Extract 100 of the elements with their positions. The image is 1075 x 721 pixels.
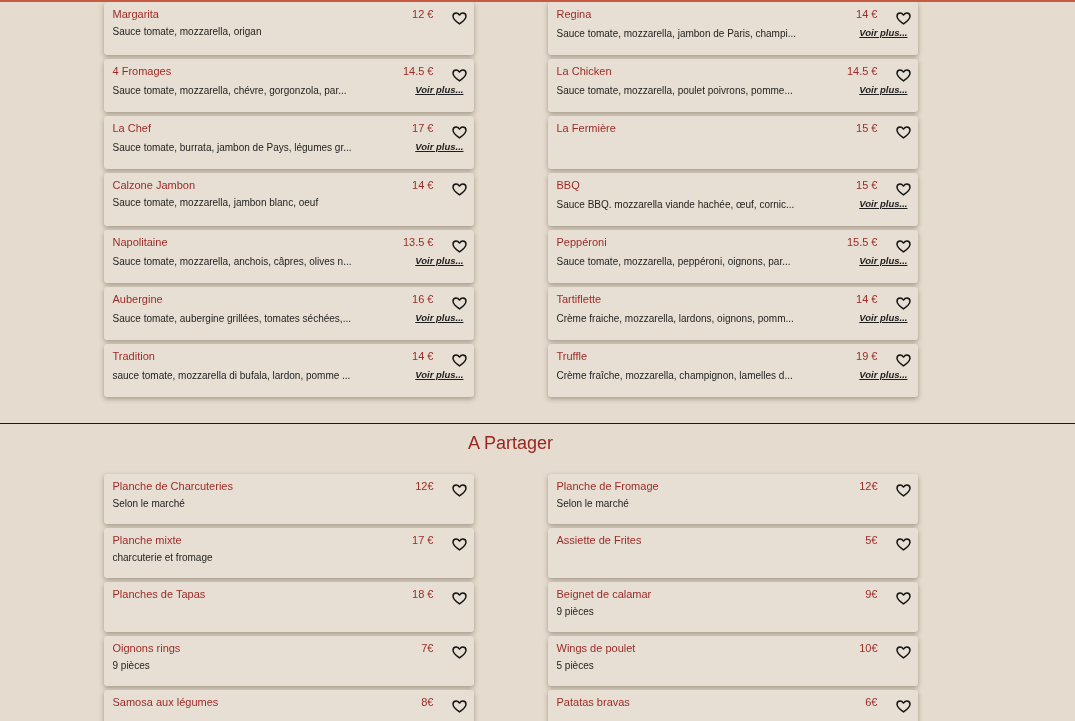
- see-more-link[interactable]: Voir plus...: [415, 309, 464, 328]
- heart-icon[interactable]: [451, 240, 467, 253]
- dish-name: Margarita: [112, 7, 160, 22]
- dish-description: 9 pièces: [556, 605, 595, 619]
- see-more-link[interactable]: Voir plus...: [859, 24, 908, 43]
- dish-price: 12€: [859, 479, 878, 494]
- dish-price: 14 €: [412, 178, 434, 193]
- heart-icon[interactable]: [451, 700, 467, 713]
- dish-description: Sauce tomate, mozzarella, poulet poivrons, pomme...: [556, 83, 794, 98]
- dish-description: Sauce tomate, mozzarella, jambon blanc, oeuf: [112, 196, 320, 210]
- dish-name: Aubergine: [112, 292, 164, 307]
- dish-price: 7€: [421, 641, 434, 656]
- dish-description: 9 pièces: [112, 659, 151, 673]
- dish-price: 12 €: [412, 7, 434, 22]
- dish-name: Patatas bravas: [556, 695, 631, 710]
- dish-description: Sauce tomate, aubergine grillées, tomates séchées,...: [112, 311, 352, 326]
- dish-name: La Fermière: [556, 121, 617, 136]
- heart-icon[interactable]: [895, 297, 911, 310]
- heart-icon[interactable]: [895, 646, 911, 659]
- dish-name: La Chef: [112, 121, 153, 136]
- heart-icon[interactable]: [451, 646, 467, 659]
- dish-price: 13.5 €: [402, 235, 434, 250]
- heart-icon[interactable]: [895, 69, 911, 82]
- dish-name: BBQ: [556, 178, 581, 193]
- heart-icon[interactable]: [895, 126, 911, 139]
- dish-price: 19 €: [856, 349, 878, 364]
- dish-description: charcuterie et fromage: [112, 551, 214, 565]
- dish-price: 15.5 €: [846, 235, 878, 250]
- dish-price: 14 €: [856, 7, 878, 22]
- heart-icon[interactable]: [451, 12, 467, 25]
- dish-description: Sauce tomate, mozzarella, jambon de Paris, champi...: [556, 26, 798, 41]
- dish-description: sauce tomate, mozzarella di bufala, lardon, pomme ...: [112, 368, 352, 383]
- dish-description: Sauce tomate, mozzarella, origan: [112, 25, 263, 39]
- dish-description: Selon le marché: [112, 497, 186, 511]
- see-more-link[interactable]: Voir plus...: [859, 195, 908, 214]
- see-more-link[interactable]: Voir plus...: [415, 138, 464, 157]
- dish-price: 14.5 €: [402, 64, 434, 79]
- see-more-link[interactable]: Voir plus...: [859, 366, 908, 385]
- heart-icon[interactable]: [451, 354, 467, 367]
- dish-price: 10€: [859, 641, 878, 656]
- see-more-link[interactable]: Voir plus...: [415, 81, 464, 100]
- dish-description: 5 pièces: [556, 659, 595, 673]
- dish-name: Planche de Fromage: [556, 479, 660, 494]
- heart-icon[interactable]: [451, 484, 467, 497]
- dish-price: 17 €: [412, 121, 434, 136]
- dish-price: 12€: [415, 479, 434, 494]
- heart-icon[interactable]: [451, 126, 467, 139]
- dish-name: Beignet de calamar: [556, 587, 653, 602]
- dish-name: La Chicken: [556, 64, 613, 79]
- dish-description: Selon le marché: [556, 497, 630, 511]
- dish-price: 14.5 €: [846, 64, 878, 79]
- dish-name: Oignons rings: [112, 641, 182, 656]
- dish-name: Tartiflette: [556, 292, 603, 307]
- dish-name: Assiette de Frites: [556, 533, 643, 548]
- dish-name: Regina: [556, 7, 593, 22]
- dish-name: Tradition: [112, 349, 156, 364]
- dish-name: Planche de Charcuteries: [112, 479, 234, 494]
- section-heading: A Partager: [467, 432, 554, 454]
- heart-icon[interactable]: [451, 69, 467, 82]
- dish-description: Sauce tomate, burrata, jambon de Pays, légumes gr...: [112, 140, 353, 155]
- heart-icon[interactable]: [451, 183, 467, 196]
- dish-name: Samosa aux légumes: [112, 695, 220, 710]
- dish-name: Wings de poulet: [556, 641, 637, 656]
- dish-price: 9€: [865, 587, 878, 602]
- heart-icon[interactable]: [895, 700, 911, 713]
- dish-name: Planches de Tapas: [112, 587, 207, 602]
- dish-description: Crème fraiche, mozzarella, lardons, oignons, pomm...: [556, 311, 795, 326]
- heart-icon[interactable]: [895, 183, 911, 196]
- heart-icon[interactable]: [451, 592, 467, 605]
- dish-price: 5€: [865, 533, 878, 548]
- see-more-link[interactable]: Voir plus...: [415, 252, 464, 271]
- heart-icon[interactable]: [895, 240, 911, 253]
- heart-icon[interactable]: [451, 538, 467, 551]
- dish-name: Truffle: [556, 349, 589, 364]
- see-more-link[interactable]: Voir plus...: [415, 366, 464, 385]
- heart-icon[interactable]: [895, 538, 911, 551]
- heart-icon[interactable]: [895, 354, 911, 367]
- dish-price: 8€: [421, 695, 434, 710]
- dish-price: 18 €: [412, 587, 434, 602]
- dish-description: Sauce tomate, mozzarella, peppéroni, oignons, par...: [556, 254, 792, 269]
- dish-price: 17 €: [412, 533, 434, 548]
- dish-price: 14 €: [856, 292, 878, 307]
- heart-icon[interactable]: [895, 12, 911, 25]
- see-more-link[interactable]: Voir plus...: [859, 81, 908, 100]
- dish-description: Crème fraîche, mozzarella, champignon, lamelles d...: [556, 368, 794, 383]
- dish-price: 16 €: [412, 292, 434, 307]
- dish-description: Sauce BBQ. mozzarella viande hachée, œuf, cornic...: [556, 197, 796, 212]
- dish-name: Planche mixte: [112, 533, 183, 548]
- see-more-link[interactable]: Voir plus...: [859, 309, 908, 328]
- dish-price: 15 €: [856, 178, 878, 193]
- dish-price: 6€: [865, 695, 878, 710]
- see-more-link[interactable]: Voir plus...: [859, 252, 908, 271]
- heart-icon[interactable]: [895, 592, 911, 605]
- dish-description: Sauce tomate, mozzarella, anchois, câpres, olives n...: [112, 254, 353, 269]
- dish-name: Napolitaine: [112, 235, 169, 250]
- heart-icon[interactable]: [451, 297, 467, 310]
- dish-price: 14 €: [412, 349, 434, 364]
- heart-icon[interactable]: [895, 484, 911, 497]
- dish-description: Sauce tomate, mozzarella, chévre, gorgonzola, par...: [112, 83, 348, 98]
- dish-name: Peppéroni: [556, 235, 608, 250]
